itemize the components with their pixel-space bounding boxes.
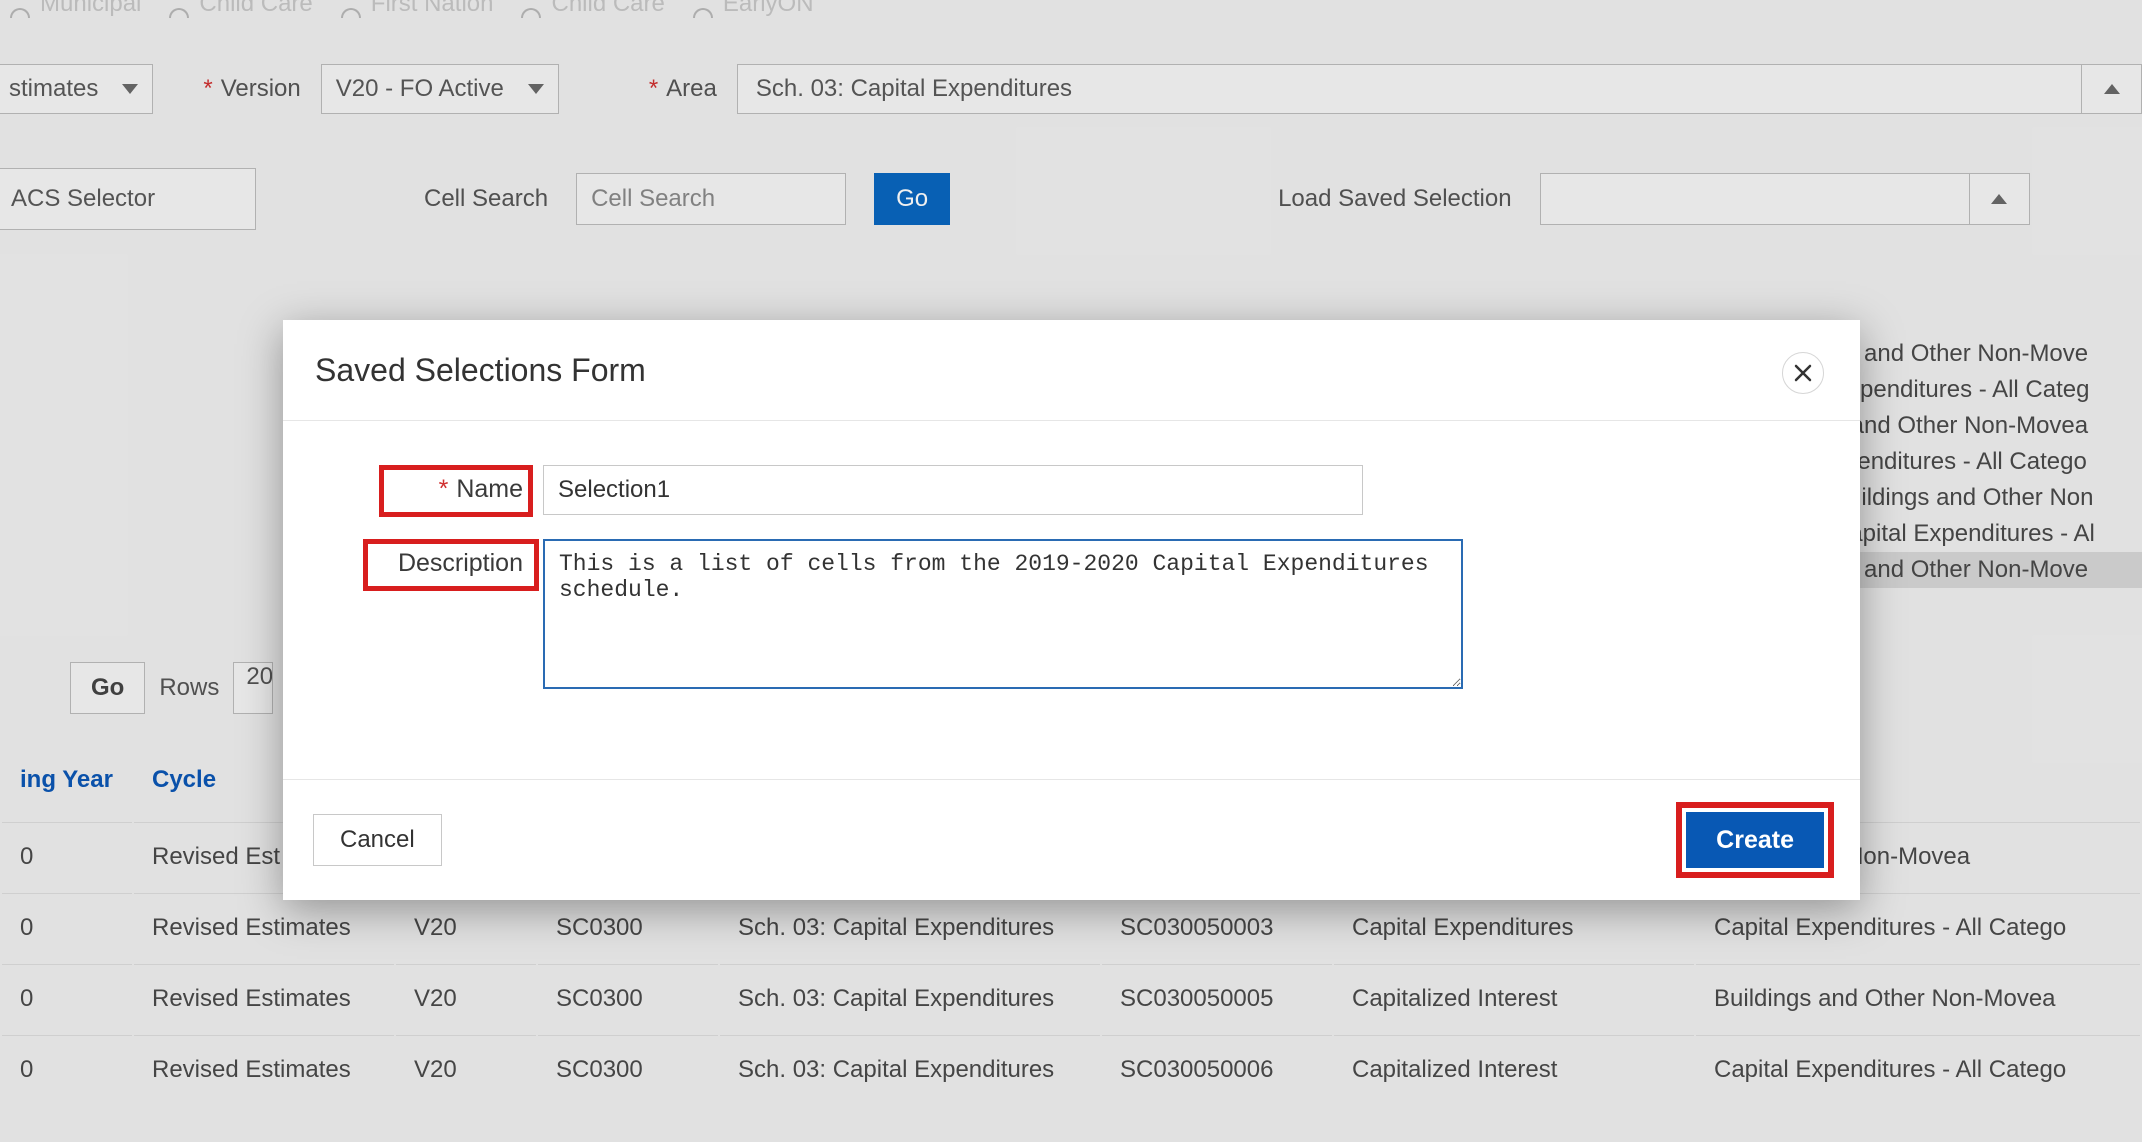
modal-body: *Name Description bbox=[283, 421, 1860, 725]
close-button[interactable] bbox=[1782, 352, 1824, 394]
modal-footer: Cancel Create bbox=[283, 779, 1860, 900]
close-icon bbox=[1794, 364, 1812, 382]
create-button[interactable]: Create bbox=[1686, 812, 1824, 868]
highlight-box: Create bbox=[1676, 802, 1834, 878]
name-input[interactable] bbox=[543, 465, 1363, 515]
description-field-label: Description bbox=[363, 539, 543, 588]
modal-header: Saved Selections Form bbox=[283, 320, 1860, 421]
name-field-label: *Name bbox=[363, 465, 543, 514]
description-field-row: Description bbox=[363, 539, 1824, 689]
cancel-button[interactable]: Cancel bbox=[313, 814, 442, 866]
description-textarea[interactable] bbox=[543, 539, 1463, 689]
modal-title: Saved Selections Form bbox=[315, 352, 646, 389]
name-field-row: *Name bbox=[363, 465, 1824, 515]
saved-selections-modal: Saved Selections Form *Name Description … bbox=[283, 320, 1860, 900]
